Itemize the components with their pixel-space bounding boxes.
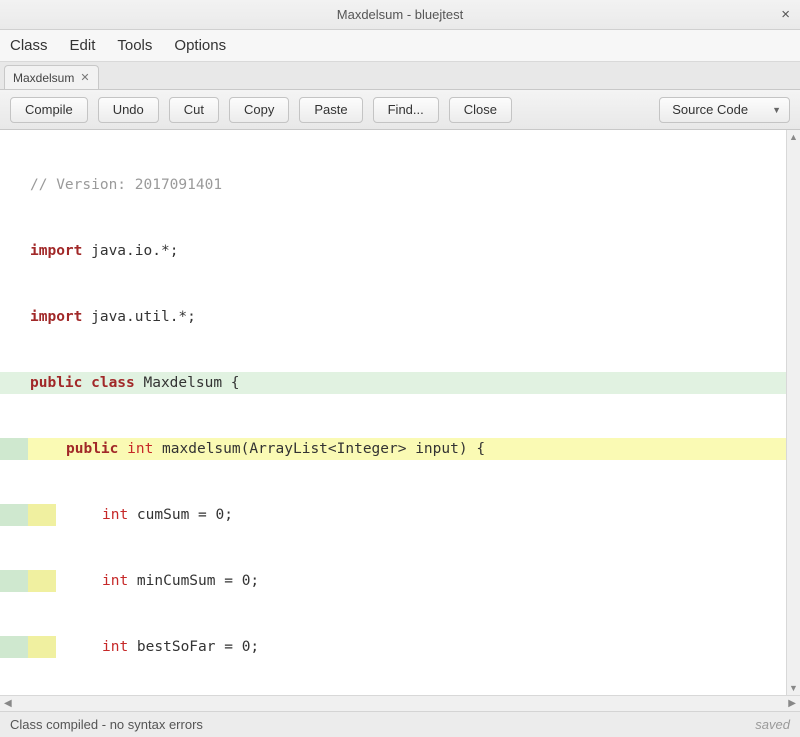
scroll-right-icon[interactable]: ▶ — [788, 698, 796, 709]
scroll-down-icon[interactable]: ▼ — [787, 681, 800, 695]
status-bar: Class compiled - no syntax errors saved — [0, 711, 800, 737]
code-editor[interactable]: // Version: 2017091401 import java.io.*;… — [0, 130, 786, 695]
menu-tools[interactable]: Tools — [117, 37, 152, 54]
tab-bar: Maxdelsum ✕ — [0, 62, 800, 90]
viewmode-label: Source Code — [672, 102, 748, 117]
tab-label: Maxdelsum — [13, 71, 74, 85]
compile-button[interactable]: Compile — [10, 97, 88, 123]
window-titlebar: Maxdelsum - bluejtest × — [0, 0, 800, 30]
vertical-scrollbar[interactable]: ▲ ▼ — [786, 130, 800, 695]
find-button[interactable]: Find... — [373, 97, 439, 123]
undo-button[interactable]: Undo — [98, 97, 159, 123]
viewmode-dropdown[interactable]: Source Code ▼ — [659, 97, 790, 123]
status-saved: saved — [755, 717, 790, 732]
toolbar: Compile Undo Cut Copy Paste Find... Clos… — [0, 90, 800, 130]
menu-options[interactable]: Options — [174, 37, 226, 54]
close-icon[interactable]: × — [781, 6, 790, 23]
code-editor-area: // Version: 2017091401 import java.io.*;… — [0, 130, 800, 695]
tab-close-icon[interactable]: ✕ — [80, 71, 89, 84]
menu-class[interactable]: Class — [10, 37, 48, 54]
tab-maxdelsum[interactable]: Maxdelsum ✕ — [4, 65, 99, 89]
status-message: Class compiled - no syntax errors — [10, 717, 203, 732]
horizontal-scrollbar[interactable]: ◀ ▶ — [0, 695, 800, 711]
paste-button[interactable]: Paste — [299, 97, 362, 123]
scroll-up-icon[interactable]: ▲ — [787, 130, 800, 144]
close-button[interactable]: Close — [449, 97, 512, 123]
menu-edit[interactable]: Edit — [70, 37, 96, 54]
window-title: Maxdelsum - bluejtest — [337, 7, 463, 22]
menubar: Class Edit Tools Options — [0, 30, 800, 62]
cut-button[interactable]: Cut — [169, 97, 219, 123]
copy-button[interactable]: Copy — [229, 97, 289, 123]
scroll-left-icon[interactable]: ◀ — [4, 698, 12, 709]
chevron-down-icon: ▼ — [772, 105, 781, 115]
